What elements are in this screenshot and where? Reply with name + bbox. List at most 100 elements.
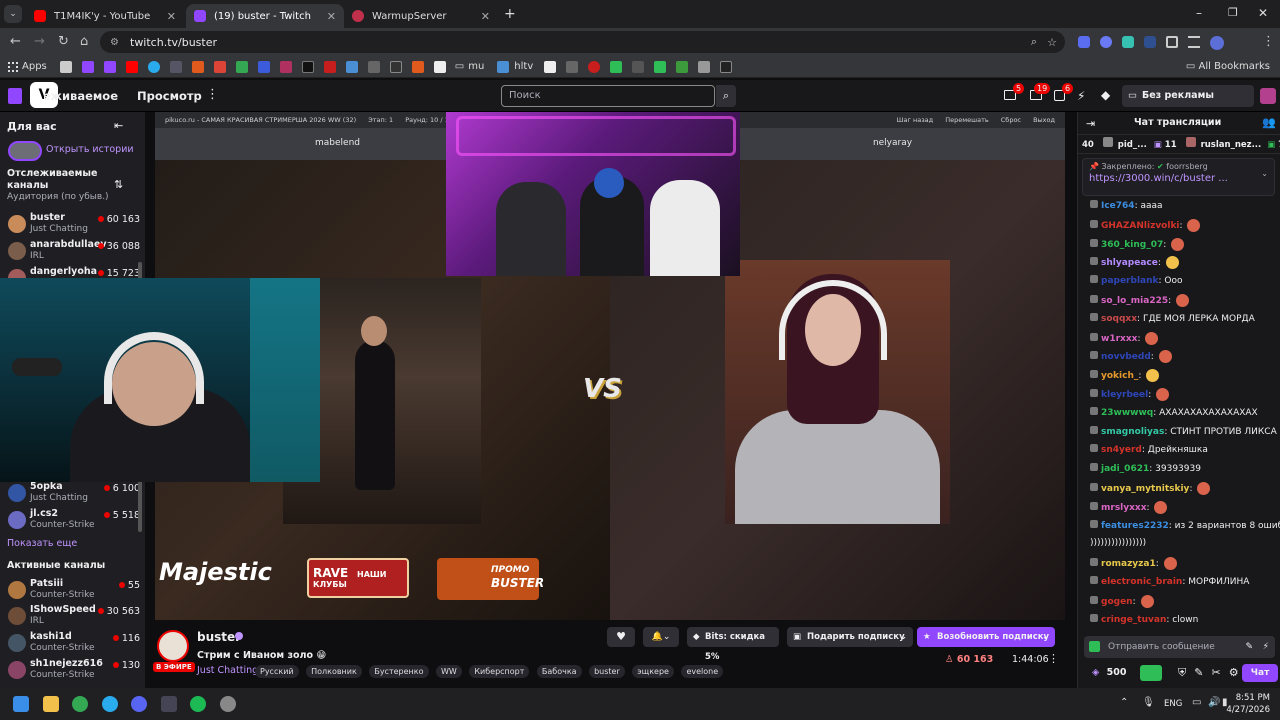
steam-app-icon[interactable] bbox=[161, 696, 177, 712]
tray-chevron-icon[interactable]: ⌃ bbox=[1120, 697, 1128, 708]
sidebar-channel-jlcs2[interactable]: jl.cs2 Counter-Strike 5 518 bbox=[8, 508, 144, 534]
chat-username[interactable]: vanya_mytnitskiy bbox=[1101, 484, 1189, 494]
user-avatar[interactable] bbox=[1260, 88, 1276, 104]
gift-sub-button[interactable]: ▣ Подарить подписку ⌄ bbox=[787, 627, 913, 647]
chat-username[interactable]: so_lo_mia225 bbox=[1101, 296, 1168, 306]
tag[interactable]: evelone bbox=[681, 665, 724, 678]
shield-icon[interactable]: ⛨ bbox=[1178, 666, 1194, 679]
sidebar-channel-ishowspeed[interactable]: IShowSpeed IRL 30 563 bbox=[8, 604, 144, 630]
notifications-bell-button[interactable]: 🔔⌄ bbox=[643, 627, 679, 647]
chat-username[interactable]: w1rxxx bbox=[1101, 334, 1137, 344]
tab-warmup[interactable]: WarmupServer ✕ bbox=[344, 4, 498, 28]
all-bookmarks-folder[interactable]: ▭ All Bookmarks bbox=[1186, 61, 1270, 72]
open-stories-link[interactable]: Открыть истории bbox=[46, 144, 134, 155]
chat-input[interactable]: Отправить сообщение ✎ ⚡ bbox=[1084, 636, 1275, 658]
search-button[interactable]: ⌕ bbox=[716, 85, 736, 107]
search-input[interactable]: Поиск bbox=[501, 85, 715, 107]
zoom-icon[interactable]: ⌕ bbox=[1031, 35, 1037, 49]
bookmark-star-icon[interactable]: ☆ bbox=[1047, 36, 1057, 49]
close-tab-icon[interactable]: ✕ bbox=[327, 10, 336, 23]
pencil-icon[interactable]: ✎ bbox=[1194, 666, 1211, 679]
bookmark-icon[interactable] bbox=[103, 60, 116, 73]
ad-free-button[interactable]: ▭ Без рекламы бесплатно bbox=[1122, 85, 1254, 123]
discord-icon[interactable] bbox=[131, 696, 147, 712]
browser-menu-icon[interactable]: ⋮ bbox=[1262, 34, 1275, 49]
bookmark-icon[interactable] bbox=[720, 60, 733, 73]
mod-icon[interactable]: ✂ bbox=[1211, 666, 1228, 679]
bookmark-icon[interactable] bbox=[588, 60, 601, 73]
forward-icon[interactable]: → bbox=[34, 34, 45, 49]
tag[interactable]: WW bbox=[436, 665, 462, 678]
telegram-icon[interactable] bbox=[102, 696, 118, 712]
new-tab-button[interactable]: + bbox=[504, 6, 516, 22]
more-menu-icon[interactable]: ⋮ bbox=[206, 87, 219, 102]
chat-username[interactable]: 23wwwwq bbox=[1101, 408, 1153, 418]
tag[interactable]: Бустеренко bbox=[369, 665, 429, 678]
close-window-button[interactable]: ✕ bbox=[1258, 6, 1268, 20]
collapse-sidebar-icon[interactable]: ⇤ bbox=[114, 119, 123, 132]
bookmark-icon[interactable] bbox=[497, 60, 510, 73]
bookmark-icon[interactable] bbox=[81, 60, 94, 73]
tab-search-button[interactable]: ⌄ bbox=[4, 5, 22, 23]
chat-username[interactable]: Ice764 bbox=[1101, 201, 1135, 211]
chat-username[interactable]: soqqxx bbox=[1101, 314, 1137, 324]
chat-username[interactable]: shlyapeace bbox=[1101, 258, 1158, 268]
chat-send-button[interactable]: Чат bbox=[1242, 664, 1278, 682]
extension-icon[interactable] bbox=[1144, 36, 1156, 48]
extension-icon[interactable] bbox=[1078, 36, 1090, 48]
chevron-down-icon[interactable]: ⌄ bbox=[1261, 169, 1268, 178]
spotify-icon[interactable] bbox=[190, 696, 206, 712]
extension-icon[interactable] bbox=[1122, 36, 1134, 48]
extension-icon[interactable]: ⚡ bbox=[1077, 89, 1085, 103]
back-icon[interactable]: ← bbox=[10, 34, 21, 49]
bookmark-icon[interactable] bbox=[676, 60, 689, 73]
url-input[interactable]: ⚙ twitch.tv/buster ⌕ ☆ bbox=[100, 31, 1065, 53]
show-more-link[interactable]: Показать еще bbox=[7, 538, 77, 549]
pinned-message[interactable]: 📌 Закреплено: ✔ foorrsberg https://3000.… bbox=[1082, 158, 1275, 196]
chat-username[interactable]: gogen bbox=[1101, 597, 1133, 607]
maximize-window-button[interactable]: ❐ bbox=[1228, 6, 1238, 19]
community-icon[interactable]: 👥 bbox=[1262, 116, 1276, 129]
extension-icon[interactable] bbox=[1100, 36, 1112, 48]
apps-grid-icon[interactable] bbox=[8, 61, 18, 72]
sidebar-channel-5opka[interactable]: 5opka Just Chatting 6 100 bbox=[8, 481, 144, 507]
follow-heart-button[interactable]: ♥ bbox=[607, 627, 635, 647]
sidebar-channel-kashi1d[interactable]: kashi1d Counter-Strike 116 bbox=[8, 631, 144, 657]
bookmark-icon[interactable] bbox=[279, 60, 292, 73]
bookmark-icon[interactable] bbox=[389, 60, 402, 73]
nav-following[interactable]: Отслеживаемое bbox=[44, 89, 118, 103]
bookmark-icon[interactable] bbox=[610, 60, 623, 73]
file-explorer-icon[interactable] bbox=[43, 696, 59, 712]
profile-avatar[interactable] bbox=[1210, 36, 1224, 50]
bookmark-icon[interactable] bbox=[433, 60, 446, 73]
site-info-icon[interactable]: ⚙ bbox=[110, 37, 119, 48]
bookmark-icon[interactable] bbox=[257, 60, 270, 73]
close-tab-icon[interactable]: ✕ bbox=[167, 10, 176, 23]
app-icon[interactable] bbox=[220, 696, 236, 712]
home-icon[interactable]: ⌂ bbox=[80, 34, 88, 49]
chat-username[interactable]: yokich_ bbox=[1101, 371, 1138, 381]
chrome-icon[interactable] bbox=[72, 696, 88, 712]
bookmark-icon[interactable] bbox=[235, 60, 248, 73]
tag[interactable]: buster bbox=[589, 665, 625, 678]
bookmark-icon[interactable] bbox=[544, 60, 557, 73]
pinned-link[interactable]: https://3000.win/c/buster ... bbox=[1089, 173, 1268, 184]
bookmark-icon[interactable] bbox=[301, 60, 314, 73]
chat-username[interactable]: smagnoliyas bbox=[1101, 427, 1164, 437]
volume-icon[interactable]: 🔊 bbox=[1208, 697, 1220, 708]
bookmark-icon[interactable] bbox=[147, 60, 160, 73]
stream-category[interactable]: Just Chatting bbox=[197, 665, 258, 676]
reading-list-icon[interactable] bbox=[1188, 36, 1200, 48]
chat-username[interactable]: GHAZANlizvolki bbox=[1101, 221, 1180, 231]
microphone-icon[interactable]: 🎙 bbox=[1142, 697, 1155, 708]
tab-youtube[interactable]: T1M4IK'y - YouTube ✕ bbox=[26, 4, 184, 28]
bookmark-icon[interactable] bbox=[632, 60, 645, 73]
chat-username[interactable]: sn4yerd bbox=[1101, 445, 1142, 455]
chat-username[interactable]: kleyrbeel bbox=[1101, 390, 1148, 400]
tag[interactable]: Бабочка bbox=[536, 665, 582, 678]
chat-username[interactable]: 360_king_07 bbox=[1101, 240, 1163, 250]
bookmark-apps[interactable]: Apps bbox=[22, 61, 47, 72]
more-options-icon[interactable]: ⋮ bbox=[1048, 652, 1059, 665]
chat-username[interactable]: mrslyxxx bbox=[1101, 503, 1147, 513]
clock[interactable]: 8:51 PM 4/27/2026 bbox=[1226, 692, 1270, 716]
